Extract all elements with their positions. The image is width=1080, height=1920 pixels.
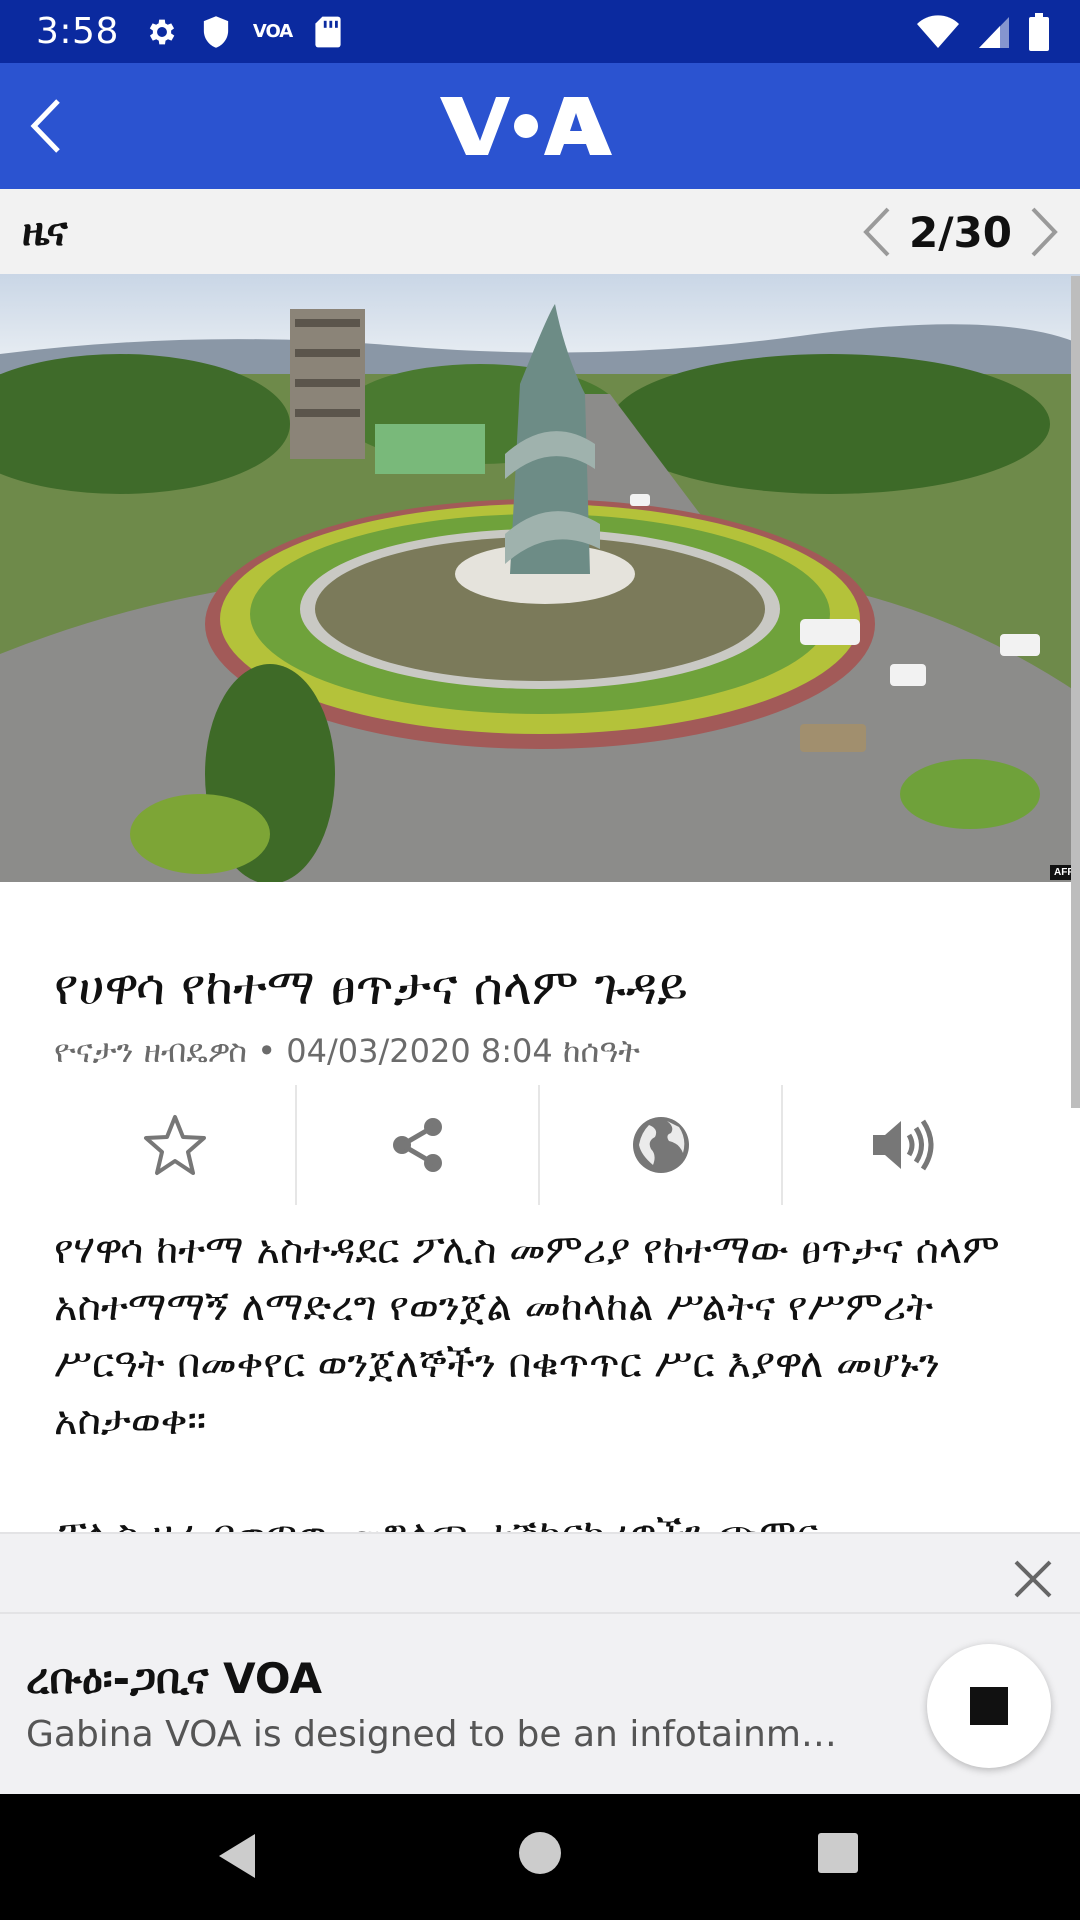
globe-icon [632,1117,689,1173]
nav-recents-button[interactable] [818,1833,858,1873]
pager-count: 2/30 [908,207,1012,257]
pager: 2/30 [855,197,1066,267]
stop-button[interactable] [927,1644,1051,1768]
share-button[interactable] [295,1085,538,1205]
article-paragraph: የሃዋሳ ከተማ አስተዳደር ፖሊስ መምሪያ የከተማው ፀጥታና ሰላም … [54,1227,1000,1444]
voa-logo [440,97,612,155]
stop-icon [970,1687,1008,1725]
sd-card-icon [315,16,341,47]
settings-icon [149,19,175,44]
section-bar: ዜና 2/30 [0,189,1080,274]
audio-player[interactable]: ረቡዕ፡-ጋቢና VOA Gabina VOA is designed to b… [0,1532,1080,1794]
status-bar: 3:58 VOA [0,0,1080,63]
speaker-icon [872,1119,933,1171]
article-byline: ዮናታን ዘብዴዎስ • 04/03/2020 8:04 ከሰዓት [54,1032,640,1070]
scroll-indicator[interactable] [1071,276,1080,1108]
chevron-left-icon [863,207,890,257]
status-time: 3:58 [36,11,119,52]
divider [0,1612,1080,1614]
section-title: ዜና [22,209,68,255]
voa-icon: VOA [252,21,293,42]
back-button[interactable] [18,91,88,161]
nav-home-button[interactable] [519,1832,561,1874]
open-in-browser-button[interactable] [538,1085,781,1205]
app-bar [0,63,1080,189]
navigation-bar [0,1794,1080,1920]
article-headline: የሀዋሳ የከተማ ፀጥታና ሰላም ጉዳይ [54,958,688,1016]
star-icon [143,1115,206,1175]
nav-back-button[interactable] [215,1832,259,1880]
listen-button[interactable] [781,1085,1024,1205]
close-icon[interactable] [1008,1554,1058,1604]
favorite-button[interactable] [54,1085,295,1205]
player-title: ረቡዕ፡-ጋቢና VOA [26,1654,322,1703]
battery-icon [1029,12,1049,51]
share-icon [392,1118,442,1172]
previous-article-button[interactable] [855,202,897,262]
signal-icon [979,16,1009,48]
player-subtitle: Gabina VOA is designed to be an infotain… [26,1714,837,1755]
wifi-icon [917,14,959,48]
next-article-button[interactable] [1024,202,1066,262]
article-image[interactable]: AFP [0,274,1080,882]
article-actions [54,1085,1024,1205]
shield-icon [203,15,228,48]
roundabout-photo [0,274,1080,882]
chevron-right-icon [1031,207,1058,257]
